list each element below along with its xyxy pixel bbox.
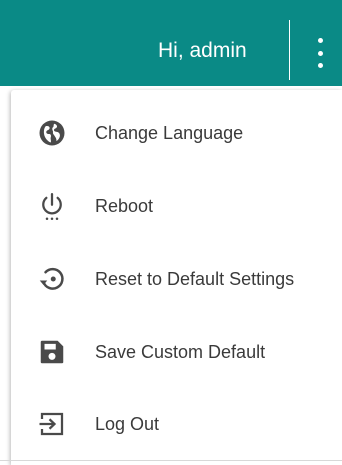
logout-icon <box>37 409 67 439</box>
user-greeting: Hi, admin <box>158 39 247 62</box>
menu-item-save-custom-default[interactable]: Save Custom Default <box>11 315 342 387</box>
menu-item-label: Save Custom Default <box>95 342 266 362</box>
more-vertical-icon-dot <box>317 63 323 68</box>
menu-item-label: Change Language <box>95 123 244 143</box>
menu-item-label: Log Out <box>95 414 160 434</box>
app-screen: Hi, admin Change Language Reboot Reset t… <box>0 0 342 465</box>
more-menu-button[interactable] <box>308 38 332 68</box>
toolbar-divider <box>289 20 290 80</box>
menu-bottom-border <box>0 460 342 461</box>
more-vertical-icon-dot <box>317 50 323 56</box>
more-vertical-icon <box>317 38 323 43</box>
user-dropdown-menu: Change Language Reboot Reset to Default … <box>11 90 342 465</box>
menu-item-reset-defaults[interactable]: Reset to Default Settings <box>11 242 342 314</box>
menu-item-label: Reboot <box>95 196 154 216</box>
power-icon <box>37 191 67 221</box>
reset-icon <box>37 264 67 294</box>
menu-item-reboot[interactable]: Reboot <box>11 169 342 241</box>
globe-icon <box>37 118 67 148</box>
menu-item-change-language[interactable]: Change Language <box>11 96 342 168</box>
menu-item-label: Reset to Default Settings <box>95 269 295 289</box>
top-app-bar: Hi, admin <box>0 0 342 86</box>
save-icon <box>37 337 67 367</box>
menu-item-log-out[interactable]: Log Out <box>11 387 342 459</box>
